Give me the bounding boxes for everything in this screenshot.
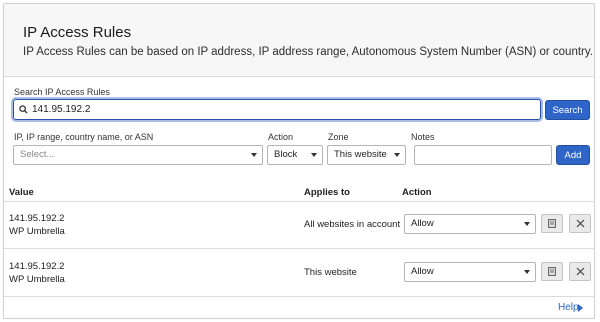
target-label: IP, IP range, country name, or ASN — [14, 132, 154, 142]
column-header-action: Action — [402, 187, 432, 198]
search-icon — [19, 105, 28, 114]
row-action-value: Allow — [411, 218, 434, 229]
zone-select-value: This website — [334, 149, 387, 160]
delete-rule-button[interactable] — [569, 214, 591, 233]
action-select-value: Block — [274, 149, 298, 160]
delete-rule-button[interactable] — [569, 262, 591, 281]
search-label: Search IP Access Rules — [14, 87, 110, 97]
chevron-down-icon — [394, 153, 400, 157]
row-applies-to: This website — [304, 267, 357, 278]
row-value: 141.95.192.2 — [9, 213, 65, 224]
search-button[interactable]: Search — [545, 100, 590, 120]
caret-right-icon — [578, 304, 583, 312]
column-header-value: Value — [9, 187, 34, 198]
divider — [4, 296, 594, 297]
action-select[interactable]: Block — [267, 145, 323, 165]
divider — [4, 201, 594, 202]
help-link[interactable]: Help — [558, 302, 579, 313]
panel-header: IP Access Rules IP Access Rules can be b… — [4, 4, 594, 77]
chevron-down-icon — [524, 270, 530, 274]
ip-access-rules-panel: IP Access Rules IP Access Rules can be b… — [3, 3, 595, 319]
page-title: IP Access Rules — [23, 24, 132, 41]
edit-notes-button[interactable] — [541, 214, 563, 233]
close-icon — [576, 219, 584, 228]
row-note: WP Umbrella — [9, 226, 65, 237]
target-select-placeholder: Select... — [20, 149, 55, 160]
zone-select[interactable]: This website — [327, 145, 406, 165]
add-button[interactable]: Add — [556, 145, 590, 165]
divider — [4, 248, 594, 249]
row-applies-to: All websites in account — [304, 219, 401, 230]
chevron-down-icon — [311, 153, 317, 157]
search-input[interactable] — [32, 102, 532, 117]
page-subtitle: IP Access Rules can be based on IP addre… — [23, 46, 593, 58]
row-action-select[interactable]: Allow — [404, 214, 536, 234]
search-field[interactable] — [13, 99, 541, 120]
row-value: 141.95.192.2 — [9, 261, 65, 272]
edit-note-icon — [548, 219, 556, 228]
row-action-select[interactable]: Allow — [404, 262, 536, 282]
notes-input[interactable] — [414, 145, 552, 165]
action-label: Action — [268, 132, 294, 142]
target-select[interactable]: Select... — [13, 145, 263, 165]
edit-notes-button[interactable] — [541, 262, 563, 281]
column-header-applies-to: Applies to — [304, 187, 350, 198]
chevron-down-icon — [251, 153, 257, 157]
row-note: WP Umbrella — [9, 274, 65, 285]
edit-note-icon — [548, 267, 556, 276]
close-icon — [576, 267, 584, 276]
zone-label: Zone — [328, 132, 349, 142]
chevron-down-icon — [524, 222, 530, 226]
row-action-value: Allow — [411, 266, 434, 277]
notes-label: Notes — [411, 132, 435, 142]
